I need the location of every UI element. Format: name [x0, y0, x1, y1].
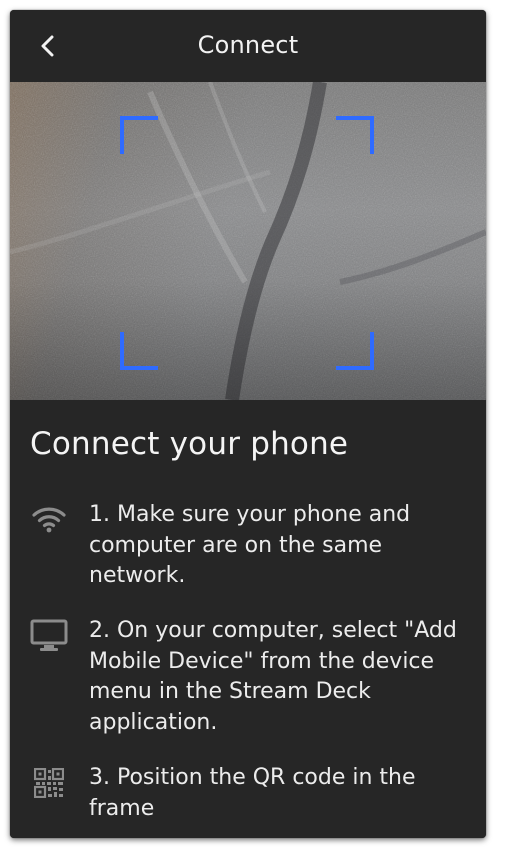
frame-corner-top-right: [336, 116, 374, 154]
qr-scan-frame: [120, 116, 374, 370]
frame-corner-bottom-left: [120, 332, 158, 370]
step-text: 2. On your computer, select "Add Mobile …: [89, 618, 457, 735]
step-text: 1. Make sure your phone and computer are…: [89, 502, 411, 588]
page-title: Connect: [197, 31, 299, 59]
top-bar: Connect: [10, 10, 486, 82]
camera-preview: [10, 82, 486, 400]
qr-code-icon: [30, 766, 68, 800]
instructions-panel: Connect your phone 1. Make sure your pho…: [10, 400, 486, 838]
frame-corner-bottom-right: [336, 332, 374, 370]
wifi-icon: [30, 502, 68, 536]
instructions-heading: Connect your phone: [30, 426, 349, 462]
monitor-icon: [30, 619, 68, 653]
connect-screen: Connect Connect your phone 1. Make sure …: [10, 10, 486, 838]
step-text: 3. Position the QR code in the frame: [89, 765, 416, 821]
frame-corner-top-left: [120, 116, 158, 154]
